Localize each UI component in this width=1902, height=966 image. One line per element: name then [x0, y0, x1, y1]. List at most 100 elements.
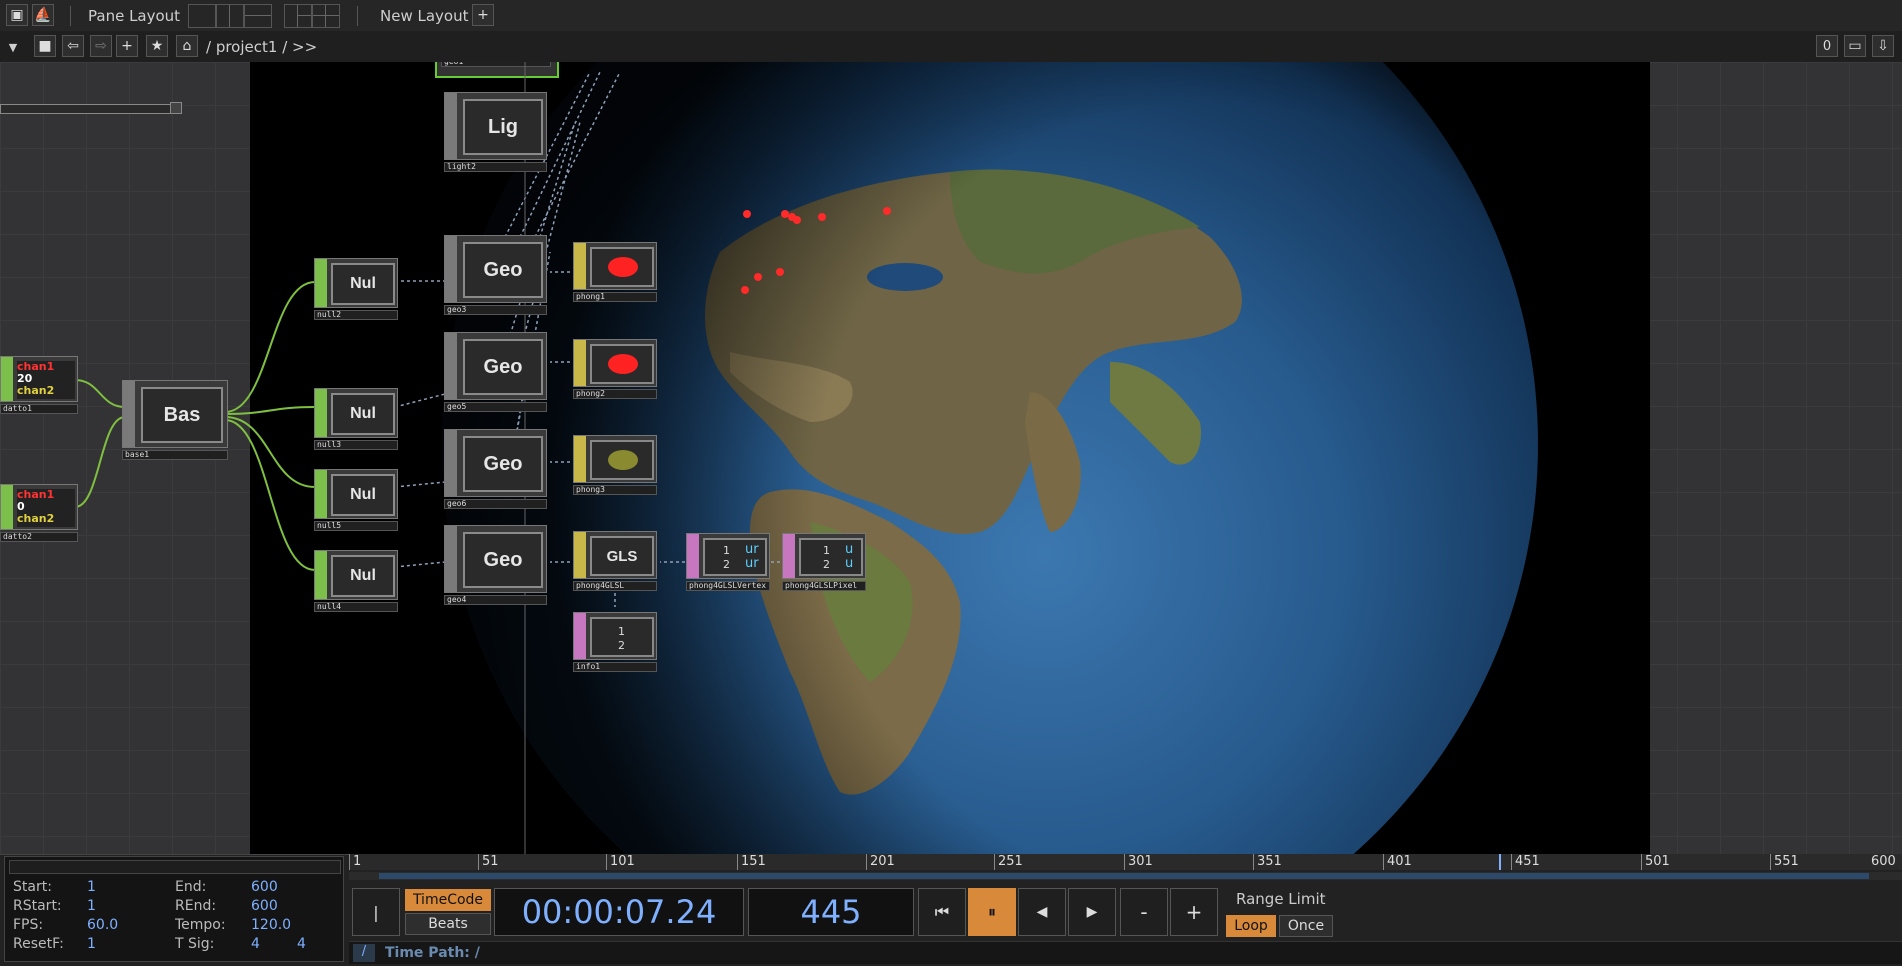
value-box[interactable]: 0	[1816, 35, 1838, 57]
stop-icon[interactable]: ■	[34, 35, 56, 57]
node-geo4[interactable]: Geo geo4	[444, 525, 547, 605]
tick-label: 551	[1770, 854, 1799, 870]
star-icon[interactable]: ★	[146, 35, 168, 57]
dat-preview: 1 2 u u	[799, 538, 863, 576]
timeline-ruler[interactable]: 1 51 101 151 201 251 301 351 401 451 501…	[349, 854, 1902, 870]
network-editor[interactable]: geo1 Lig light2	[0, 62, 1902, 854]
row-number: 1	[823, 544, 830, 557]
back-arrow-icon[interactable]: ⇦	[62, 35, 84, 57]
tsig-denominator[interactable]: 4	[297, 936, 306, 952]
maximize-icon[interactable]: ▭	[1844, 35, 1866, 57]
node-null3[interactable]: Nul null3	[314, 388, 398, 450]
slider-handle[interactable]	[170, 102, 182, 114]
rstart-value[interactable]: 1	[87, 898, 96, 914]
node-geo3[interactable]: Geo geo3	[444, 235, 547, 315]
layout-single-button[interactable]	[188, 4, 216, 28]
time-path-bar: / Time Path: /	[349, 941, 1902, 964]
row-number: 1	[723, 544, 730, 557]
node-phong2[interactable]: phong2	[573, 339, 657, 399]
node-geo6[interactable]: Geo geo6	[444, 429, 547, 509]
tsig-numerator[interactable]: 4	[251, 936, 260, 952]
node-datto2[interactable]: chan1 0 chan2 datto2	[0, 484, 78, 542]
node-strip	[315, 470, 327, 518]
end-value[interactable]: 600	[251, 879, 278, 895]
node-phong4-vertex[interactable]: 1 2 ur ur phong4GLSLVertex	[686, 533, 770, 593]
node-null5[interactable]: Nul null5	[314, 469, 398, 531]
playhead[interactable]	[1499, 854, 1501, 870]
node-phong3[interactable]: phong3	[573, 435, 657, 495]
node-datto1[interactable]: chan1 20 chan2 datto1	[0, 356, 78, 414]
once-button[interactable]: Once	[1279, 915, 1333, 937]
play-backward-button[interactable]: ◀	[1018, 888, 1066, 936]
node-null2[interactable]: Nul null2	[314, 258, 398, 320]
step-forward-button[interactable]: +	[1170, 888, 1218, 936]
timecode-display[interactable]: 00:00:07.24	[494, 888, 744, 936]
add-icon[interactable]: +	[116, 35, 138, 57]
image-icon[interactable]: ▣	[6, 4, 28, 26]
node-label: Nul	[331, 393, 395, 435]
resetf-label: ResetF:	[13, 936, 64, 952]
tick-label: 201	[866, 854, 895, 870]
node-light2[interactable]: Lig light2	[444, 92, 547, 172]
node-info1[interactable]: 1 2 info1	[573, 612, 657, 674]
node-name: phong4GLSLPixel	[782, 581, 866, 591]
text-preview: u	[845, 542, 854, 557]
row-number: 2	[823, 558, 830, 571]
menu-down-icon[interactable]: ▼	[4, 37, 22, 57]
resetf-value[interactable]: 1	[87, 936, 96, 952]
tick-label: 401	[1383, 854, 1412, 870]
time-path-root[interactable]: /	[353, 944, 375, 962]
fps-label: FPS:	[13, 917, 44, 933]
new-layout-label[interactable]: New Layout	[380, 5, 468, 27]
node-phong4glsl[interactable]: GLS phong4GLSL	[573, 531, 657, 591]
node-geo5[interactable]: Geo geo5	[444, 332, 547, 412]
rewind-button[interactable]: ⏮	[918, 888, 966, 936]
forward-arrow-icon[interactable]: ⇨	[90, 35, 112, 57]
add-layout-button[interactable]: +	[472, 4, 494, 26]
node-null4[interactable]: Nul null4	[314, 550, 398, 612]
fps-value[interactable]: 60.0	[87, 917, 118, 933]
layout-split-horizontal-button[interactable]	[244, 4, 272, 28]
play-forward-icon: ▶	[1086, 904, 1098, 920]
node-name: light2	[444, 162, 547, 172]
timeline-scrollbar[interactable]	[349, 872, 1902, 880]
node-strip	[574, 532, 586, 578]
network-path[interactable]: / project1 / >>	[206, 36, 317, 58]
scrollbar-thumb[interactable]	[379, 873, 1869, 879]
tempo-value[interactable]: 120.0	[251, 917, 291, 933]
node-strip	[315, 389, 327, 437]
end-label: End:	[175, 879, 207, 895]
time-cursor-button[interactable]: |	[352, 888, 400, 936]
home-icon[interactable]: ⌂	[176, 35, 198, 57]
frame-display[interactable]: 445	[748, 888, 914, 936]
tick-label: 600	[1871, 854, 1896, 869]
node-base1[interactable]: Bas base1	[122, 380, 228, 462]
node-strip	[1, 485, 13, 529]
layout-quad-button[interactable]	[312, 4, 340, 28]
beats-toggle[interactable]: Beats	[405, 913, 491, 935]
play-forward-button[interactable]: ▶	[1068, 888, 1116, 936]
loop-button[interactable]: Loop	[1226, 915, 1276, 937]
node-strip	[574, 340, 586, 386]
start-value[interactable]: 1	[87, 879, 96, 895]
pause-button[interactable]: ⏸	[968, 888, 1016, 936]
download-icon[interactable]: ⇩	[1872, 35, 1894, 57]
node-phong4-pixel[interactable]: 1 2 u u phong4GLSLPixel	[782, 533, 866, 593]
node-label: Nul	[331, 555, 395, 597]
slider-bar[interactable]	[0, 104, 172, 114]
start-label: Start:	[13, 879, 52, 895]
timecode-toggle[interactable]: TimeCode	[405, 889, 491, 911]
node-phong1[interactable]: phong1	[573, 242, 657, 302]
pause-icon: ⏸	[987, 902, 996, 921]
tick-label: 301	[1124, 854, 1153, 870]
viewer-icon[interactable]: ⛵	[32, 4, 54, 26]
node-strip	[123, 381, 135, 447]
node-name: datto1	[0, 404, 78, 414]
node-strip	[315, 259, 327, 307]
layout-triple-button[interactable]	[284, 4, 312, 28]
step-back-button[interactable]: -	[1120, 888, 1168, 936]
node-label: Bas	[141, 387, 223, 443]
tempo-label: Tempo:	[175, 917, 226, 933]
layout-split-vertical-button[interactable]	[216, 4, 244, 28]
rend-value[interactable]: 600	[251, 898, 278, 914]
